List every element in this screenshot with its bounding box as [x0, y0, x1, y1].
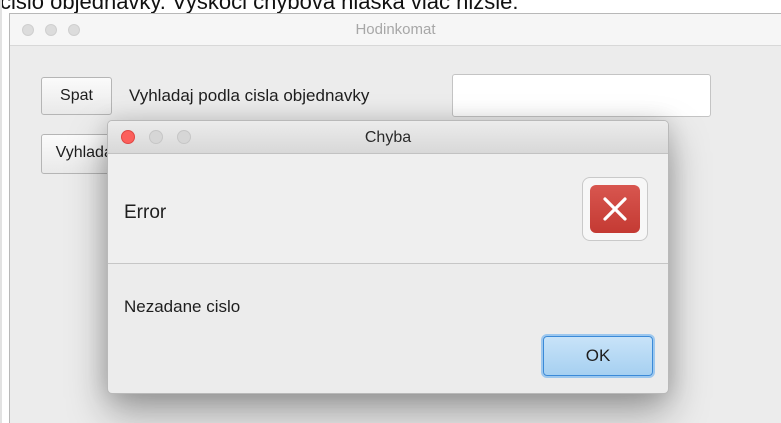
main-titlebar[interactable]: Hodinkomat — [10, 14, 781, 46]
error-dialog: Chyba Error Nezadane cislo OK — [107, 120, 669, 394]
ok-button[interactable]: OK — [543, 336, 653, 376]
left-edge — [0, 0, 2, 423]
error-icon-frame — [582, 177, 648, 241]
screenshot-stage: cislo objednavky. Vyskoci chybova hlaska… — [0, 0, 781, 423]
dialog-header-text: Error — [124, 202, 167, 223]
dialog-title: Chyba — [364, 129, 412, 146]
dialog-titlebar[interactable]: Chyba — [108, 121, 668, 154]
order-number-input[interactable] — [452, 74, 711, 117]
search-label: Vyhladaj podla cisla objednavky — [129, 86, 370, 105]
dialog-header: Error — [108, 154, 668, 264]
main-window-title: Hodinkomat — [355, 21, 436, 38]
error-x-icon — [590, 185, 640, 233]
dialog-message: Nezadane cislo — [124, 297, 241, 316]
back-button[interactable]: Spat — [41, 77, 112, 115]
